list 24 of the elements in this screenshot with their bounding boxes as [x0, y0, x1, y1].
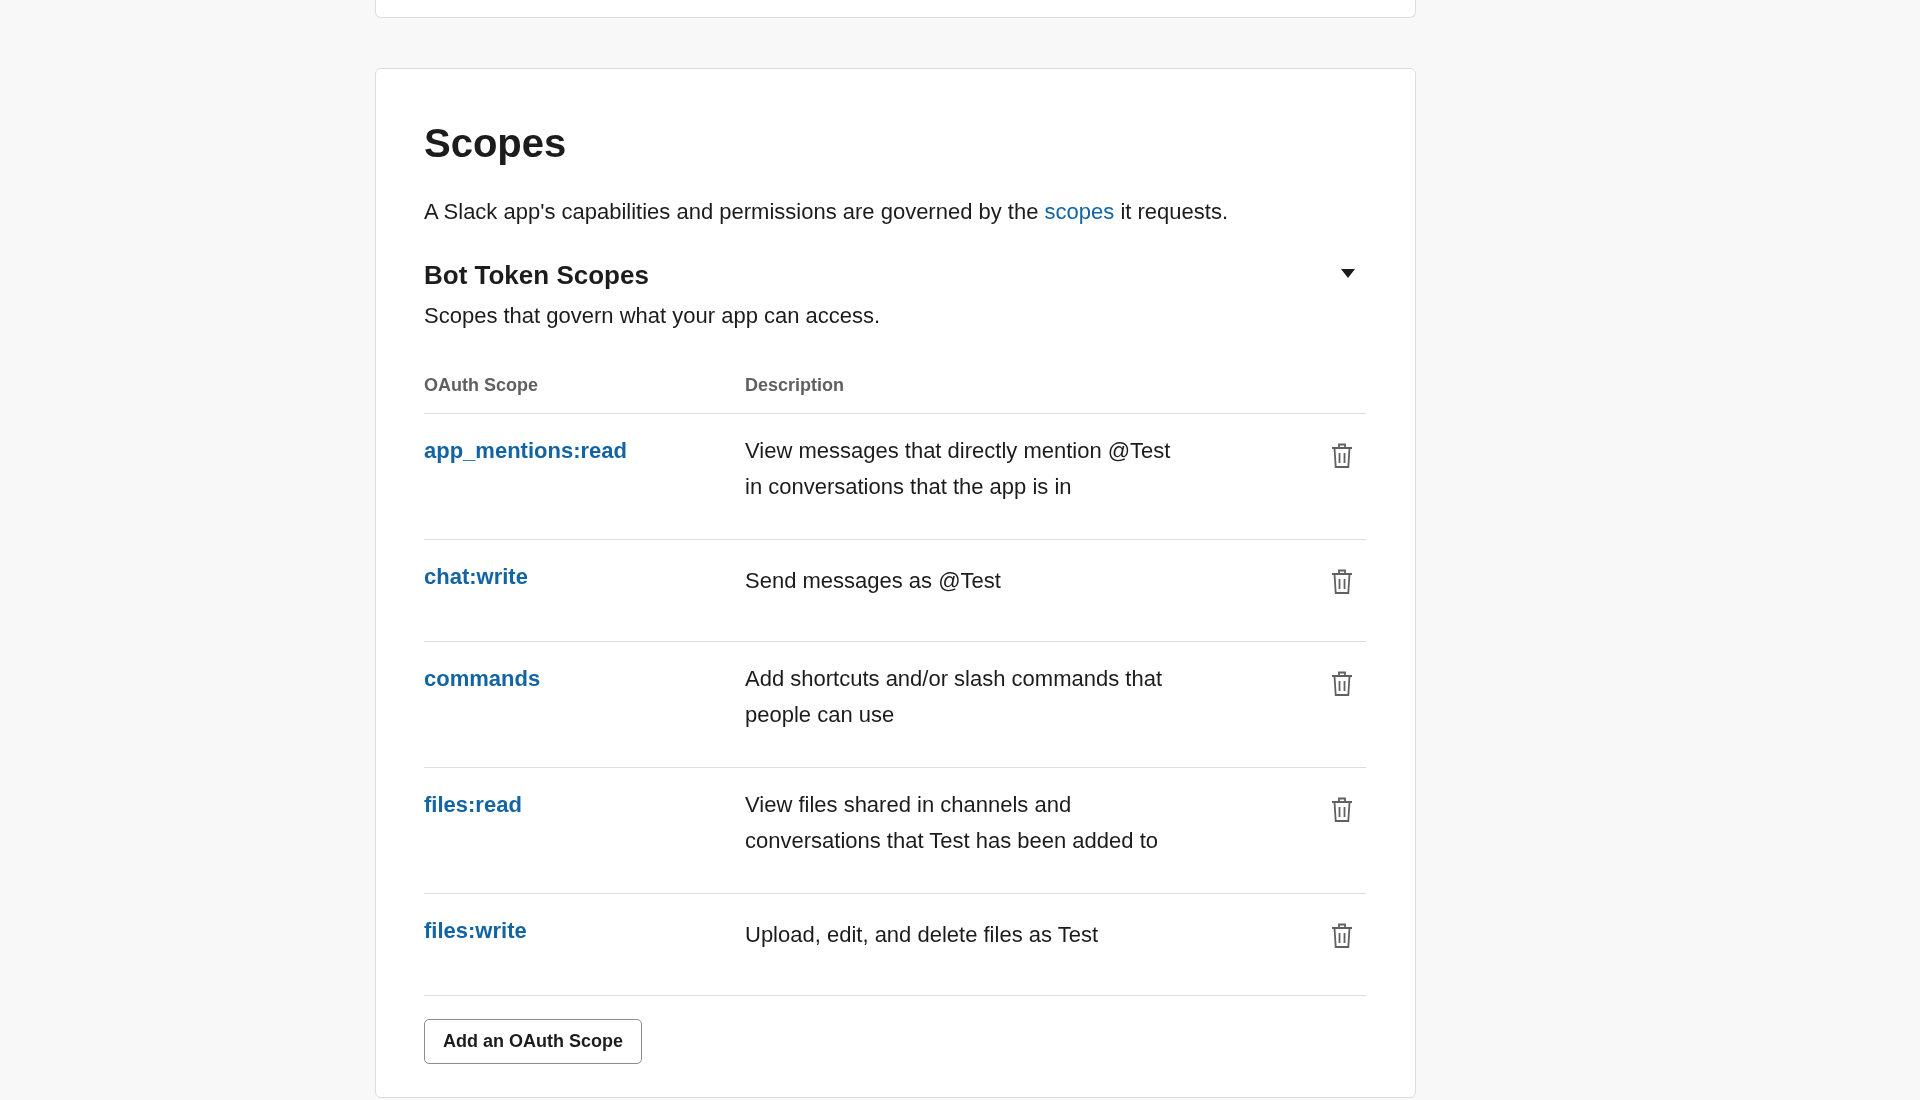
- scope-description: View files shared in channels and conversations that Test has been added to: [745, 791, 1158, 856]
- scope-link[interactable]: app_mentions:read: [424, 438, 627, 464]
- scope-description: Upload, edit, and delete files as Test: [745, 921, 1099, 950]
- trash-icon[interactable]: [1331, 671, 1353, 698]
- caret-icon[interactable]: [1338, 266, 1358, 280]
- column-header: Description: [745, 374, 846, 398]
- scopes-link[interactable]: scopes: [1044, 199, 1115, 224]
- trash-icon[interactable]: [1331, 797, 1353, 824]
- subsection-title: Bot Token Scopes: [424, 260, 650, 292]
- trash-icon[interactable]: [1331, 443, 1353, 470]
- scope-description: Send messages as @Test: [745, 567, 1001, 596]
- scope-link[interactable]: commands: [424, 666, 541, 692]
- scope-link[interactable]: chat:write: [424, 564, 528, 590]
- scope-link[interactable]: files:write: [424, 918, 527, 944]
- subsection-subtitle: Scopes that govern what your app can access.: [424, 302, 881, 331]
- scope-description: View messages that directly mention @Test in conversations that the app is in: [745, 437, 1171, 502]
- intro-text: A Slack app's capabilities and permissions are governed by the scopes it requests.: [424, 198, 1229, 226]
- scope-description: Add shortcuts and/or slash commands that people can use: [745, 665, 1162, 730]
- trash-icon[interactable]: [1331, 923, 1353, 950]
- scope-link[interactable]: files:read: [424, 792, 522, 818]
- trash-icon[interactable]: [1331, 569, 1353, 596]
- section-title: Scopes: [424, 120, 568, 167]
- column-header: OAuth Scope: [424, 374, 539, 398]
- add-scope-button[interactable]: Add an OAuth Scope: [424, 1019, 642, 1065]
